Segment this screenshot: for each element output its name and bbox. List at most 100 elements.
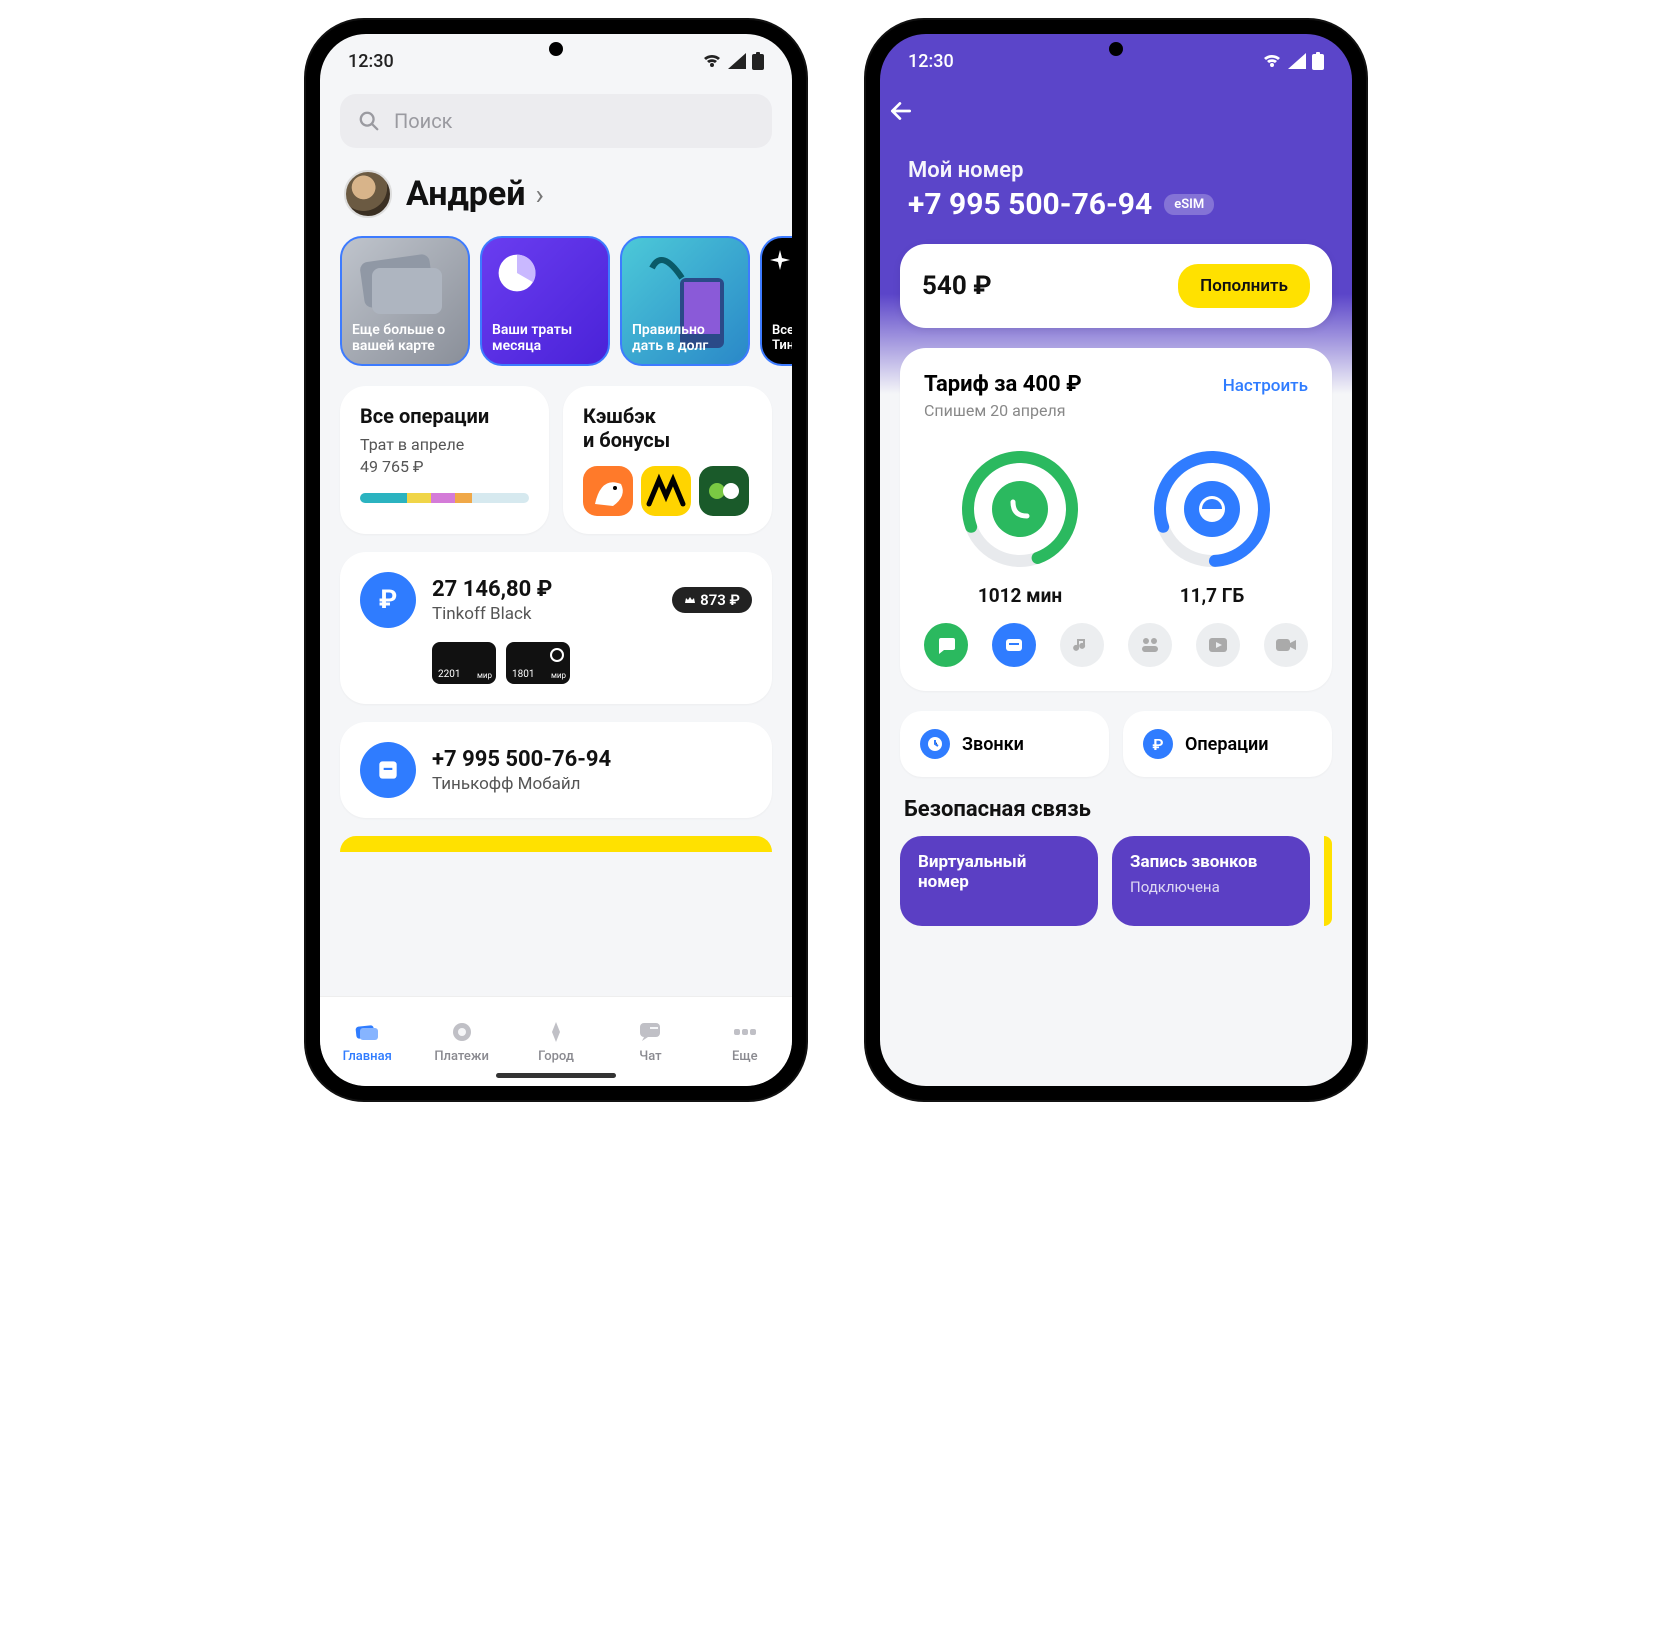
profile-name: Андрей	[406, 174, 526, 214]
signal-icon	[1288, 53, 1306, 69]
video-icon[interactable]	[1196, 623, 1240, 667]
spending-bar	[360, 493, 529, 503]
phone-left: 12:30 Поиск Андрей › Еще больше о вашей	[306, 20, 806, 1100]
social-icon[interactable]	[1128, 623, 1172, 667]
card-last4: 1801	[512, 669, 534, 680]
avatar[interactable]	[344, 170, 392, 218]
mobile-row: +7 995 500-76-94 Тинькофф Мобайл	[360, 742, 752, 798]
profile-row[interactable]: Андрей ›	[344, 170, 768, 218]
bottom-nav: Главная Платежи Город Чат Еще	[320, 996, 792, 1086]
screen-mobile: 12:30 Мой номер +7 995 500-76-94 eSIM 54…	[880, 34, 1352, 1086]
data-gauge[interactable]: 11,7 ГБ	[1147, 444, 1277, 607]
mini-card-2[interactable]: 1801 мир	[506, 642, 570, 684]
nav-home[interactable]: Главная	[320, 997, 414, 1086]
mini-card-1[interactable]: 2201 мир	[432, 642, 496, 684]
safety-section-title: Безопасная связь	[904, 797, 1328, 822]
status-icons	[1262, 52, 1324, 70]
tariff-configure-link[interactable]: Настроить	[1223, 376, 1308, 396]
nav-label: Главная	[343, 1049, 392, 1064]
mobile-texts: +7 995 500-76-94 Тинькофф Мобайл	[432, 747, 752, 794]
mobile-name: Тинькофф Мобайл	[432, 774, 752, 794]
sim-icon	[360, 742, 416, 798]
safety-cards: Виртуальный номер Запись звонков Подключ…	[900, 836, 1332, 926]
nav-more[interactable]: Еще	[698, 997, 792, 1086]
arrow-left-icon	[888, 98, 914, 124]
camera-notch	[1109, 42, 1123, 56]
operations-card[interactable]: Все операции Трат в апреле 49 765 ₽	[340, 386, 549, 534]
minutes-gauge[interactable]: 1012 мин	[955, 444, 1085, 607]
header-number-row: +7 995 500-76-94 eSIM	[908, 187, 1324, 222]
story-label: Ваши траты месяца	[492, 322, 598, 354]
nav-label: Чат	[639, 1049, 661, 1064]
story-card-info[interactable]: Еще больше о вашей карте	[340, 236, 470, 366]
card-title: Все операции	[360, 404, 529, 428]
mobile-number: +7 995 500-76-94	[432, 747, 752, 772]
data-label: 11,7 ГБ	[1180, 584, 1245, 607]
header-label: Мой номер	[908, 158, 1324, 183]
back-button[interactable]	[880, 88, 1352, 128]
tariff-sub: Спишем 20 апреля	[924, 401, 1308, 420]
cashback-icons	[583, 466, 752, 516]
gauge-data-icon	[1147, 444, 1277, 574]
home-icon	[354, 1019, 380, 1045]
clock-icon	[920, 729, 950, 759]
safety-card-sub: Подключена	[1130, 878, 1292, 896]
wifi-icon	[702, 53, 722, 69]
chat-icon	[637, 1019, 663, 1045]
story-spending[interactable]: Ваши траты месяца	[480, 236, 610, 366]
sparkle-icon	[770, 250, 790, 270]
nav-chat[interactable]: Чат	[603, 997, 697, 1086]
camera-notch	[549, 42, 563, 56]
stories-row[interactable]: Еще больше о вашей карте Ваши траты меся…	[340, 236, 772, 366]
account-card[interactable]: ₽ 27 146,80 ₽ Tinkoff Black 873 ₽ 2201 м…	[340, 552, 772, 704]
dodo-icon	[583, 466, 633, 516]
badge-amount: 873 ₽	[700, 591, 740, 609]
esim-badge: eSIM	[1164, 194, 1214, 215]
balance-card: 540 ₽ Пополнить	[900, 244, 1332, 328]
ops-sub2: 49 765 ₽	[360, 456, 529, 478]
battery-icon	[1312, 52, 1324, 70]
ops-card[interactable]: ₽ Операции	[1123, 711, 1332, 777]
account-name: Tinkoff Black	[432, 604, 656, 624]
payments-icon	[449, 1019, 475, 1045]
card-title: Кэшбэк и бонусы	[583, 404, 752, 452]
calls-label: Звонки	[962, 734, 1024, 755]
topup-button[interactable]: Пополнить	[1178, 264, 1310, 308]
nav-label: Город	[538, 1049, 574, 1064]
city-icon	[543, 1019, 569, 1045]
actions-row: Звонки ₽ Операции	[900, 711, 1332, 777]
summary-row: Все операции Трат в апреле 49 765 ₽ Кэшб…	[340, 386, 772, 534]
safety-card-title: Запись звонков	[1130, 852, 1292, 872]
status-time: 12:30	[908, 51, 954, 72]
camera-icon[interactable]	[1264, 623, 1308, 667]
mvideo-icon	[641, 466, 691, 516]
call-recording-card[interactable]: Запись звонков Подключена	[1112, 836, 1310, 926]
screen-home: 12:30 Поиск Андрей › Еще больше о вашей	[320, 34, 792, 1086]
crown-icon	[684, 594, 696, 606]
sms-icon[interactable]	[924, 623, 968, 667]
music-icon[interactable]	[1060, 623, 1104, 667]
story-loan[interactable]: Правильно дать в долг	[620, 236, 750, 366]
yellow-card-edge[interactable]	[1324, 836, 1332, 926]
search-bar[interactable]: Поиск	[340, 94, 772, 148]
account-balance: 27 146,80 ₽	[432, 577, 656, 602]
cashback-badge[interactable]: 873 ₽	[672, 587, 752, 613]
calls-card[interactable]: Звонки	[900, 711, 1109, 777]
wifi-icon	[1262, 53, 1282, 69]
cashback-card[interactable]: Кэшбэк и бонусы	[563, 386, 772, 534]
tariff-card[interactable]: Тариф за 400 ₽ Настроить Спишем 20 апрел…	[900, 348, 1332, 691]
home-indicator[interactable]	[496, 1073, 616, 1078]
mobile-card[interactable]: +7 995 500-76-94 Тинькофф Мобайл	[340, 722, 772, 818]
more-icon	[732, 1019, 758, 1045]
mir-logo-icon: мир	[551, 671, 566, 680]
header-number: +7 995 500-76-94	[908, 187, 1152, 222]
virtual-number-card[interactable]: Виртуальный номер	[900, 836, 1098, 926]
status-time: 12:30	[348, 51, 394, 72]
cloud-icon	[550, 648, 564, 662]
story-universe[interactable]: Всел Тинь	[760, 236, 792, 366]
messenger-icon[interactable]	[992, 623, 1036, 667]
yellow-card-peek[interactable]	[340, 836, 772, 852]
account-row: ₽ 27 146,80 ₽ Tinkoff Black 873 ₽	[360, 572, 752, 628]
nav-payments[interactable]: Платежи	[414, 997, 508, 1086]
ops-label: Операции	[1185, 734, 1269, 755]
